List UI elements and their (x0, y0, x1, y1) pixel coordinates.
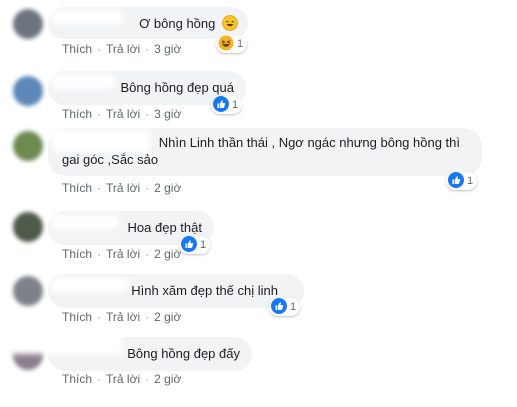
avatar[interactable] (13, 9, 43, 39)
avatar[interactable] (13, 276, 43, 306)
reply-link[interactable]: Trả lời (106, 247, 140, 261)
timestamp[interactable]: 2 giờ (154, 372, 181, 386)
comment-text: Bông hồng đẹp đấy (127, 346, 240, 361)
comment-actions: Thích · Trả lời · 3 giờ (62, 42, 182, 56)
redacted-name (52, 130, 150, 152)
avatar[interactable] (13, 212, 43, 242)
timestamp[interactable]: 3 giờ (154, 42, 181, 56)
redacted-name (52, 278, 128, 292)
comment-actions: Thích · Trả lời · 2 giờ (62, 310, 182, 324)
comment-actions: Thích · Trả lời · 2 giờ (62, 181, 182, 195)
like-link[interactable]: Thích (62, 310, 92, 324)
reply-link[interactable]: Trả lời (106, 107, 140, 121)
comment-actions: Thích · Trả lời · 2 giờ (62, 372, 182, 386)
like-icon (448, 171, 464, 191)
comment-actions: Thích · Trả lời · 3 giờ (62, 107, 182, 121)
like-link[interactable]: Thích (62, 372, 92, 386)
redacted-name (10, 328, 122, 354)
comment-actions: Thích · Trả lời · 2 giờ (62, 247, 182, 261)
like-link[interactable]: Thích (62, 42, 92, 56)
reaction-count[interactable]: 1 (211, 95, 243, 115)
redacted-name (52, 215, 118, 229)
avatar[interactable] (13, 76, 43, 106)
comment-text: Hoa đẹp thật (127, 220, 202, 235)
reaction-count[interactable]: 1 (179, 235, 211, 255)
reply-link[interactable]: Trả lời (106, 181, 140, 195)
reply-link[interactable]: Trả lời (106, 42, 140, 56)
redacted-name (52, 75, 114, 89)
like-icon (271, 297, 287, 317)
like-link[interactable]: Thích (62, 107, 92, 121)
haha-icon (218, 35, 234, 54)
reaction-count[interactable]: 1 (446, 171, 478, 191)
reply-link[interactable]: Trả lời (106, 310, 140, 324)
like-link[interactable]: Thích (62, 247, 92, 261)
timestamp[interactable]: 2 giờ (154, 181, 181, 195)
timestamp[interactable]: 2 giờ (154, 310, 181, 324)
comment-text: Bông hồng đẹp quá (120, 80, 235, 95)
like-link[interactable]: Thích (62, 181, 92, 195)
timestamp[interactable]: 3 giờ (154, 107, 181, 121)
reaction-count[interactable]: 1 (269, 297, 301, 317)
laughing-face-icon (222, 15, 238, 35)
redacted-name (52, 10, 122, 24)
timestamp[interactable]: 2 giờ (154, 247, 181, 261)
avatar[interactable] (13, 131, 43, 161)
reaction-count[interactable]: 1 (216, 35, 248, 54)
reply-link[interactable]: Trả lời (106, 372, 140, 386)
like-icon (181, 235, 197, 255)
comment-text: Hình xăm đẹp thế chị linh (131, 283, 278, 298)
comment-text: Ơ bông hồng (139, 16, 216, 31)
comment-text-line-2: gai góc ,Sắc sảo (62, 152, 159, 167)
like-icon (213, 95, 229, 115)
